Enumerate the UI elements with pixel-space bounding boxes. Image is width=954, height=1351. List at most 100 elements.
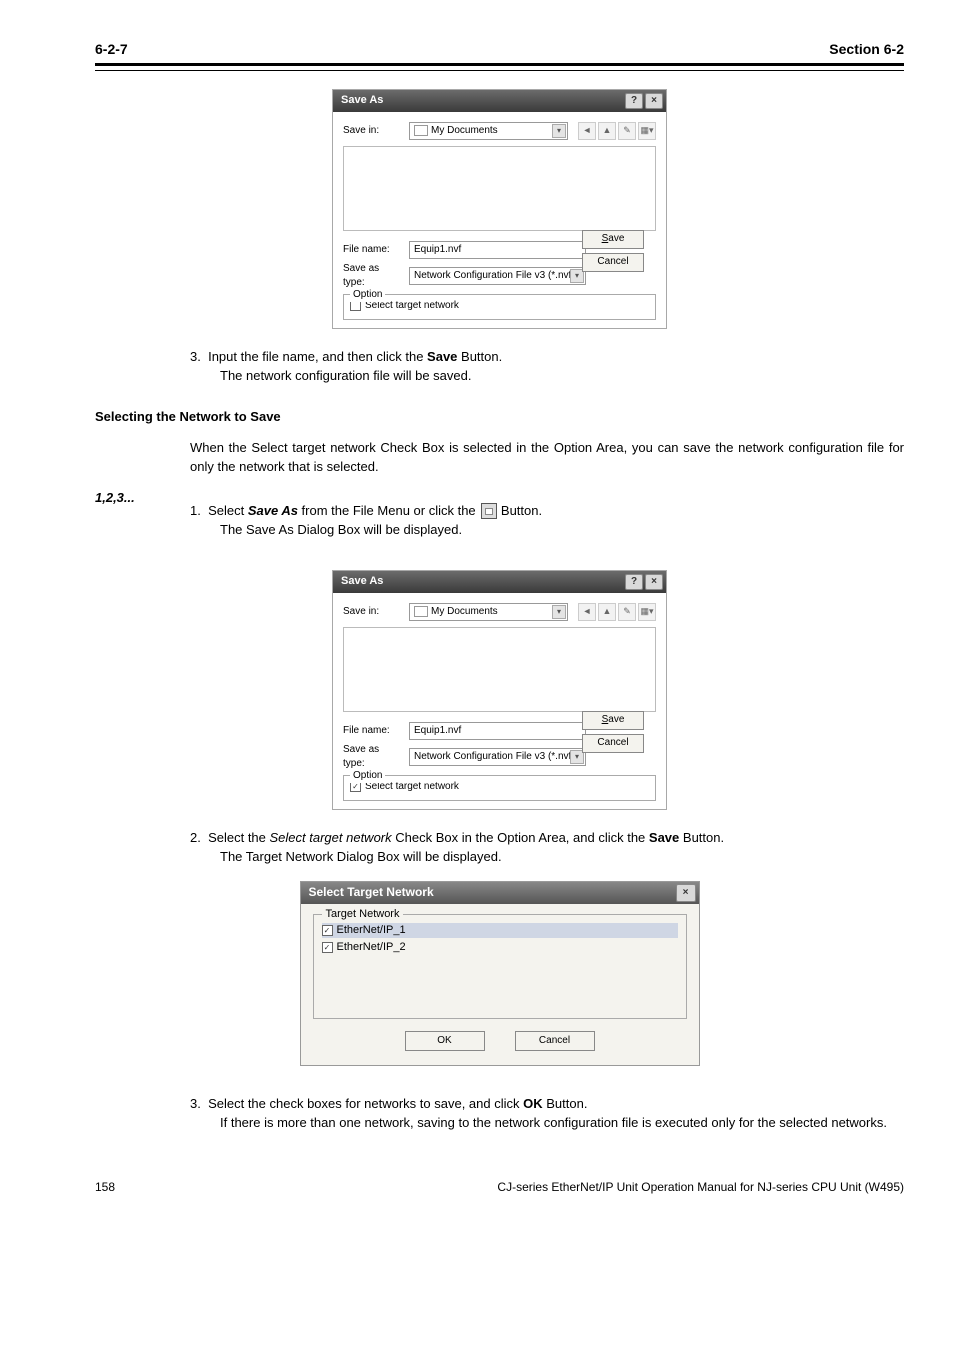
s3a: Select the check boxes for networks to s… <box>208 1096 523 1111</box>
p1a: Input the file name, and then click the <box>208 349 427 364</box>
item1-label: EtherNet/IP_1 <box>337 923 406 938</box>
step1-num: 1. <box>190 503 201 518</box>
step2-num: 2. <box>190 830 201 845</box>
s1d: Button. <box>497 503 542 518</box>
s1e: The Save As Dialog Box will be displayed… <box>220 522 462 537</box>
close-icon[interactable]: × <box>645 93 663 109</box>
dialog-body: Save in: My Documents ▾ ◄ ▲ ✎ ▦▾ File na… <box>333 112 666 328</box>
p1c: The network configuration file will be s… <box>220 368 471 383</box>
option-legend: Option <box>350 288 385 302</box>
saveastype-value: Network Configuration File v3 (*.nvf) <box>414 269 575 283</box>
filename-value: Equip1.nvf <box>414 243 461 257</box>
checkbox-checked[interactable]: ✓ <box>322 942 333 953</box>
s3bold: OK <box>523 1096 543 1111</box>
network-item-1[interactable]: ✓ EtherNet/IP_1 <box>322 923 678 938</box>
checkbox-checked[interactable]: ✓ <box>322 925 333 936</box>
filename-label: File name: <box>343 243 403 257</box>
save-button[interactable]: Save <box>582 230 644 249</box>
view-menu-icon[interactable]: ▦▾ <box>638 603 656 621</box>
subhead-selecting-network: Selecting the Network to Save <box>95 408 904 426</box>
s2a: Select the <box>208 830 269 845</box>
saveastype-label: Save as type: <box>343 743 403 771</box>
close-icon[interactable]: × <box>676 884 696 902</box>
body-para-2: When the Select target network Check Box… <box>190 438 904 477</box>
titlebar: Save As ? × <box>333 90 666 112</box>
p1bold: Save <box>427 349 457 364</box>
step2: 2. Select the Select target network Chec… <box>190 828 904 867</box>
s2e: The Target Network Dialog Box will be di… <box>220 849 502 864</box>
cancel-button[interactable]: Cancel <box>515 1031 595 1051</box>
cancel-button[interactable]: Cancel <box>582 734 644 753</box>
s2d: Button. <box>679 830 724 845</box>
dialog-title: Select Target Network <box>309 884 434 901</box>
s1a: Select <box>208 503 248 518</box>
step1: 1. Select Save As from the File Menu or … <box>190 501 904 540</box>
s1b: Save As <box>248 503 298 518</box>
back-icon[interactable]: ◄ <box>578 603 596 621</box>
filename-input[interactable]: Equip1.nvf <box>409 722 586 740</box>
option-fieldset: Option ✓ Select target network <box>343 775 656 801</box>
savein-label: Save in: <box>343 124 403 138</box>
page-header: 6-2-7 Section 6-2 <box>95 40 904 71</box>
folder-icon <box>414 125 428 136</box>
savein-value: My Documents <box>431 605 498 619</box>
step-prefix: 1,2,3... <box>95 489 190 552</box>
page-footer: 158 CJ-series EtherNet/IP Unit Operation… <box>95 1179 904 1196</box>
saveastype-value: Network Configuration File v3 (*.nvf) <box>414 750 575 764</box>
option-fieldset: Option Select target network <box>343 294 656 320</box>
view-menu-icon[interactable]: ▦▾ <box>638 122 656 140</box>
help-icon[interactable]: ? <box>625 574 643 590</box>
target-network-fieldset: Target Network ✓ EtherNet/IP_1 ✓ EtherNe… <box>313 914 687 1019</box>
savein-value: My Documents <box>431 124 498 138</box>
dialog-body: Save in: My Documents ▾ ◄ ▲ ✎ ▦▾ File na… <box>333 593 666 809</box>
doc-title: CJ-series EtherNet/IP Unit Operation Man… <box>497 1179 904 1196</box>
back-icon[interactable]: ◄ <box>578 122 596 140</box>
save-icon <box>481 503 497 519</box>
dialog-title: Save As <box>341 574 383 589</box>
s2b: Select target network <box>270 830 392 845</box>
file-list-area[interactable] <box>343 146 656 231</box>
select-target-checkbox[interactable] <box>350 300 361 311</box>
help-icon[interactable]: ? <box>625 93 643 109</box>
s3b: Button. <box>543 1096 588 1111</box>
folder-icon <box>414 606 428 617</box>
close-icon[interactable]: × <box>645 574 663 590</box>
step3-num: 3. <box>190 1096 201 1111</box>
titlebar: Select Target Network × <box>301 882 699 904</box>
up-folder-icon[interactable]: ▲ <box>598 122 616 140</box>
savein-label: Save in: <box>343 605 403 619</box>
save-as-dialog-1: Save As ? × Save in: My Documents ▾ ◄ ▲ … <box>332 89 667 329</box>
filename-input[interactable]: Equip1.nvf <box>409 241 586 259</box>
select-target-checkbox-checked[interactable]: ✓ <box>350 781 361 792</box>
ok-button[interactable]: OK <box>405 1031 485 1051</box>
cancel-button[interactable]: Cancel <box>582 253 644 272</box>
saveastype-combo[interactable]: Network Configuration File v3 (*.nvf) ▾ <box>409 267 586 285</box>
savein-combo[interactable]: My Documents ▾ <box>409 603 568 621</box>
savein-combo[interactable]: My Documents ▾ <box>409 122 568 140</box>
new-folder-icon[interactable]: ✎ <box>618 122 636 140</box>
new-folder-icon[interactable]: ✎ <box>618 603 636 621</box>
item2-label: EtherNet/IP_2 <box>337 940 406 955</box>
s1c: from the File Menu or click the <box>298 503 479 518</box>
save-as-dialog-2: Save As ? × Save in: My Documents ▾ ◄ ▲ … <box>332 570 667 810</box>
save-label: ave <box>608 232 624 246</box>
save-label: ave <box>608 713 624 727</box>
s2c: Check Box in the Option Area, and click … <box>392 830 646 845</box>
file-list-area[interactable] <box>343 627 656 712</box>
chevron-down-icon[interactable]: ▾ <box>552 124 566 138</box>
chapter: Section 6-2 <box>829 40 904 60</box>
fieldset-legend: Target Network <box>322 907 404 922</box>
option-legend: Option <box>350 769 385 783</box>
network-item-2[interactable]: ✓ EtherNet/IP_2 <box>322 940 678 955</box>
body-para-1: 3. Input the file name, and then click t… <box>190 347 904 386</box>
saveastype-combo[interactable]: Network Configuration File v3 (*.nvf) ▾ <box>409 748 586 766</box>
page-number: 158 <box>95 1179 115 1196</box>
save-button[interactable]: Save <box>582 711 644 730</box>
chevron-down-icon[interactable]: ▾ <box>552 605 566 619</box>
dialog-title: Save As <box>341 93 383 108</box>
up-folder-icon[interactable]: ▲ <box>598 603 616 621</box>
titlebar: Save As ? × <box>333 571 666 593</box>
p1b: Button. <box>457 349 502 364</box>
step3: 3. Select the check boxes for networks t… <box>190 1094 904 1133</box>
section-num: 6-2-7 <box>95 40 128 60</box>
